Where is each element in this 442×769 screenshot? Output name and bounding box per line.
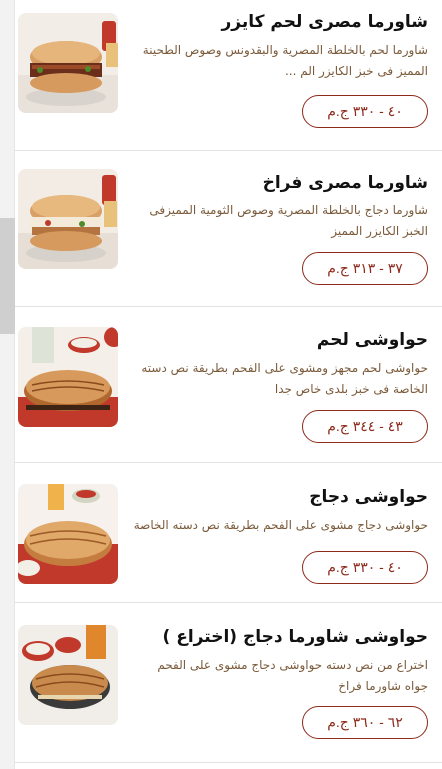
hawawshi-chicken-image[interactable] xyxy=(18,484,118,584)
sandwich-shawarma-chicken-image[interactable] xyxy=(18,169,118,269)
item-title: شاورما مصرى فراخ xyxy=(262,173,428,193)
item-description: شاورما لحم بالخلطة المصرية والبقدونس وصو… xyxy=(142,43,428,78)
menu-item[interactable]: حواوشى دجاج حواوشى دجاج مشوى على الفحم ب… xyxy=(15,463,442,603)
hawawshi-shawarma-chicken-image[interactable] xyxy=(18,625,118,725)
item-title: حواوشى لحم xyxy=(316,330,428,350)
hawawshi-beef-image[interactable] xyxy=(18,327,118,427)
item-title: حواوشى شاورما دجاج (اختراع ) xyxy=(162,627,428,647)
price-button[interactable]: ٦٢ - ٣٦٠ ج.م xyxy=(302,706,428,739)
menu-item[interactable]: شاورما مصرى فراخ شاورما دجاج بالخلطة الم… xyxy=(15,151,442,307)
item-title: شاورما مصرى لحم كايزر xyxy=(221,12,428,32)
left-gutter xyxy=(0,0,15,769)
scrollbar-thumb[interactable] xyxy=(0,218,15,334)
item-description: شاورما دجاج بالخلطة المصرية وصوص الثومية… xyxy=(149,203,428,238)
price-button[interactable]: ٣٧ - ٣١٣ ج.م xyxy=(302,252,428,285)
menu-item[interactable]: شاورما مصرى لحم كايزر شاورما لحم بالخلطة… xyxy=(15,0,442,151)
item-description: اختراع من نص دسته حواوشى دجاج مشوى على ا… xyxy=(157,658,428,693)
menu-item[interactable]: حواوشى لحم حواوشى لحم مجهز ومشوى على الف… xyxy=(15,307,442,463)
item-title: حواوشى دجاج xyxy=(309,487,428,507)
item-description: حواوشى لحم مجهز ومشوى على الفحم بطريقة ن… xyxy=(141,361,428,396)
price-button[interactable]: ٤٣ - ٣٤٤ ج.م xyxy=(302,410,428,443)
price-button[interactable]: ٤٠ - ٣٣٠ ج.م xyxy=(302,551,428,584)
item-description: حواوشى دجاج مشوى على الفحم بطريقة نص دست… xyxy=(133,518,428,532)
sandwich-shawarma-beef-image[interactable] xyxy=(18,13,118,113)
menu-list: شاورما مصرى لحم كايزر شاورما لحم بالخلطة… xyxy=(15,0,442,769)
price-button[interactable]: ٤٠ - ٣٣٠ ج.م xyxy=(302,95,428,128)
menu-item[interactable]: حواوشى شاورما دجاج (اختراع ) اختراع من ن… xyxy=(15,603,442,763)
